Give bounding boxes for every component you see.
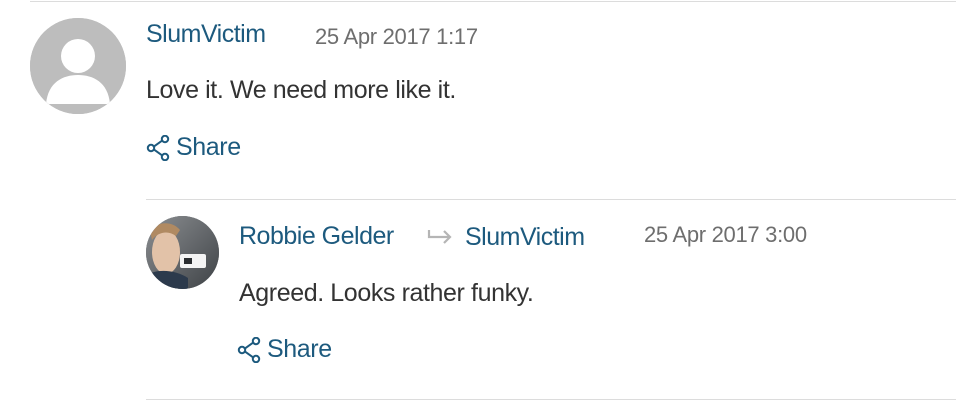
comment-body: Agreed. Looks rather funky. bbox=[239, 279, 534, 307]
divider bbox=[146, 199, 956, 200]
share-button[interactable]: Share bbox=[237, 335, 332, 364]
share-icon bbox=[237, 336, 261, 363]
share-icon bbox=[146, 134, 170, 161]
divider bbox=[146, 399, 956, 400]
comment-body: Love it. We need more like it. bbox=[146, 76, 456, 104]
avatar[interactable] bbox=[30, 18, 126, 114]
avatar[interactable] bbox=[146, 216, 219, 289]
comment-author-link[interactable]: Robbie Gelder bbox=[239, 222, 394, 251]
reply-arrow-icon bbox=[427, 230, 452, 244]
comment-author-link[interactable]: SlumVictim bbox=[146, 20, 266, 49]
share-label: Share bbox=[267, 335, 332, 363]
divider bbox=[30, 1, 956, 2]
share-button[interactable]: Share bbox=[146, 133, 241, 162]
default-user-avatar-icon bbox=[30, 18, 126, 114]
share-label: Share bbox=[176, 133, 241, 161]
user-photo-avatar-icon bbox=[146, 216, 219, 289]
comment-timestamp[interactable]: 25 Apr 2017 1:17 bbox=[315, 24, 478, 50]
comment-timestamp[interactable]: 25 Apr 2017 3:00 bbox=[644, 222, 807, 248]
reply-to-link[interactable]: SlumVictim bbox=[465, 223, 585, 252]
